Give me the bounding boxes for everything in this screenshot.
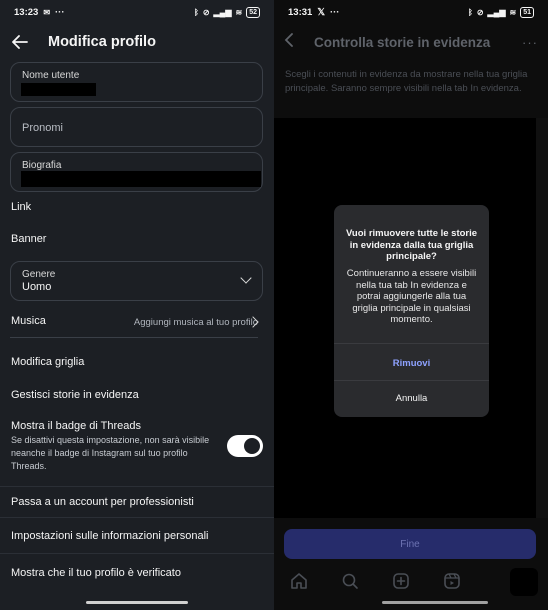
threads-badge-label: Mostra il badge di Threads (11, 420, 142, 432)
dialog-title: Vuoi rimuovere tutte le storie in eviden… (345, 228, 478, 262)
bottom-navigation (274, 566, 548, 600)
profile-icon[interactable] (494, 574, 512, 592)
divider (334, 380, 489, 381)
threads-badge-toggle[interactable] (227, 435, 263, 457)
edit-profile-screen: 13:23 ✉ ··· ᛒ ⊘ ▂▄▆ ≋ 52 Modifica profil… (0, 0, 274, 610)
profile-avatar[interactable] (510, 568, 538, 596)
mute-icon: ⊘ (476, 7, 484, 17)
page-title: Controlla storie in evidenza (314, 34, 491, 50)
status-bar: 13:31 𝕏 ··· ᛒ ⊘ ▂▄▆ ≋ 51 (274, 0, 548, 24)
create-icon[interactable] (392, 572, 410, 595)
battery-indicator: 51 (520, 6, 534, 18)
link-row[interactable]: Link (11, 201, 31, 213)
home-icon[interactable] (290, 572, 308, 595)
username-label: Nome utente (22, 70, 80, 81)
bio-label: Biografia (22, 160, 62, 171)
bio-field[interactable]: Biografia (10, 152, 263, 192)
description-text: Scegli i contenuti in evidenza da mostra… (285, 69, 528, 94)
gender-select[interactable]: Genere Uomo (10, 261, 263, 301)
more-notifications-icon: ··· (55, 6, 65, 18)
banner-row[interactable]: Banner (11, 233, 46, 245)
bio-redacted (21, 171, 261, 187)
top-bar: Controlla storie in evidenza ··· (274, 24, 548, 60)
mail-icon: ✉ (43, 7, 51, 17)
music-action: Aggiungi musica al tuo profilo (133, 317, 258, 328)
divider (0, 486, 274, 487)
more-options-icon[interactable]: ··· (522, 35, 538, 50)
top-bar: Modifica profilo (0, 24, 274, 60)
cancel-button[interactable]: Annulla (334, 393, 489, 404)
page-title: Modifica profilo (48, 34, 156, 50)
back-arrow-icon[interactable] (10, 32, 30, 52)
status-time: 13:23 (14, 6, 39, 18)
professional-account-row[interactable]: Passa a un account per professionisti (11, 496, 194, 508)
divider (0, 517, 274, 518)
grid-edge (536, 118, 548, 518)
signal-icon: ▂▄▆ (487, 7, 506, 17)
remove-highlights-dialog: Vuoi rimuovere tutte le storie in eviden… (334, 205, 489, 417)
home-indicator (382, 601, 488, 604)
gender-value: Uomo (22, 281, 52, 293)
username-field[interactable]: Nome utente (10, 62, 263, 102)
search-icon[interactable] (341, 572, 359, 595)
bluetooth-icon: ᛒ (468, 7, 473, 17)
gender-label: Genere (22, 269, 56, 280)
toggle-knob (244, 438, 260, 454)
divider (334, 343, 489, 344)
music-label: Musica (11, 315, 46, 327)
edit-grid-row[interactable]: Modifica griglia (11, 356, 84, 368)
divider (0, 553, 274, 554)
wifi-icon: ≋ (509, 7, 517, 17)
verified-row[interactable]: Mostra che il tuo profilo è verificato (11, 567, 181, 579)
wifi-icon: ≋ (235, 7, 243, 17)
dialog-body: Continueranno a essere visibili nella tu… (346, 268, 477, 325)
threads-badge-description: Se disattivi questa impostazione, non sa… (11, 435, 210, 471)
x-app-icon: 𝕏 (317, 6, 325, 18)
battery-indicator: 52 (246, 6, 260, 18)
home-indicator (86, 601, 188, 604)
mute-icon: ⊘ (202, 7, 210, 17)
personal-info-row[interactable]: Impostazioni sulle informazioni personal… (11, 530, 208, 542)
divider (10, 337, 258, 338)
reels-icon[interactable] (443, 572, 461, 595)
pronouns-placeholder: Pronomi (22, 122, 63, 134)
status-time: 13:31 (288, 6, 313, 18)
manage-highlights-row[interactable]: Gestisci storie in evidenza (11, 389, 139, 401)
done-button[interactable]: Fine (284, 529, 536, 559)
chevron-down-icon (240, 272, 252, 284)
status-bar: 13:23 ✉ ··· ᛒ ⊘ ▂▄▆ ≋ 52 (0, 0, 274, 24)
username-redacted (21, 83, 96, 96)
pronouns-field[interactable]: Pronomi (10, 107, 263, 147)
bluetooth-icon: ᛒ (194, 7, 199, 17)
more-notifications-icon: ··· (329, 6, 340, 18)
back-chevron-icon[interactable] (284, 32, 294, 52)
signal-icon: ▂▄▆ (213, 7, 232, 17)
remove-button[interactable]: Rimuovi (334, 358, 489, 369)
